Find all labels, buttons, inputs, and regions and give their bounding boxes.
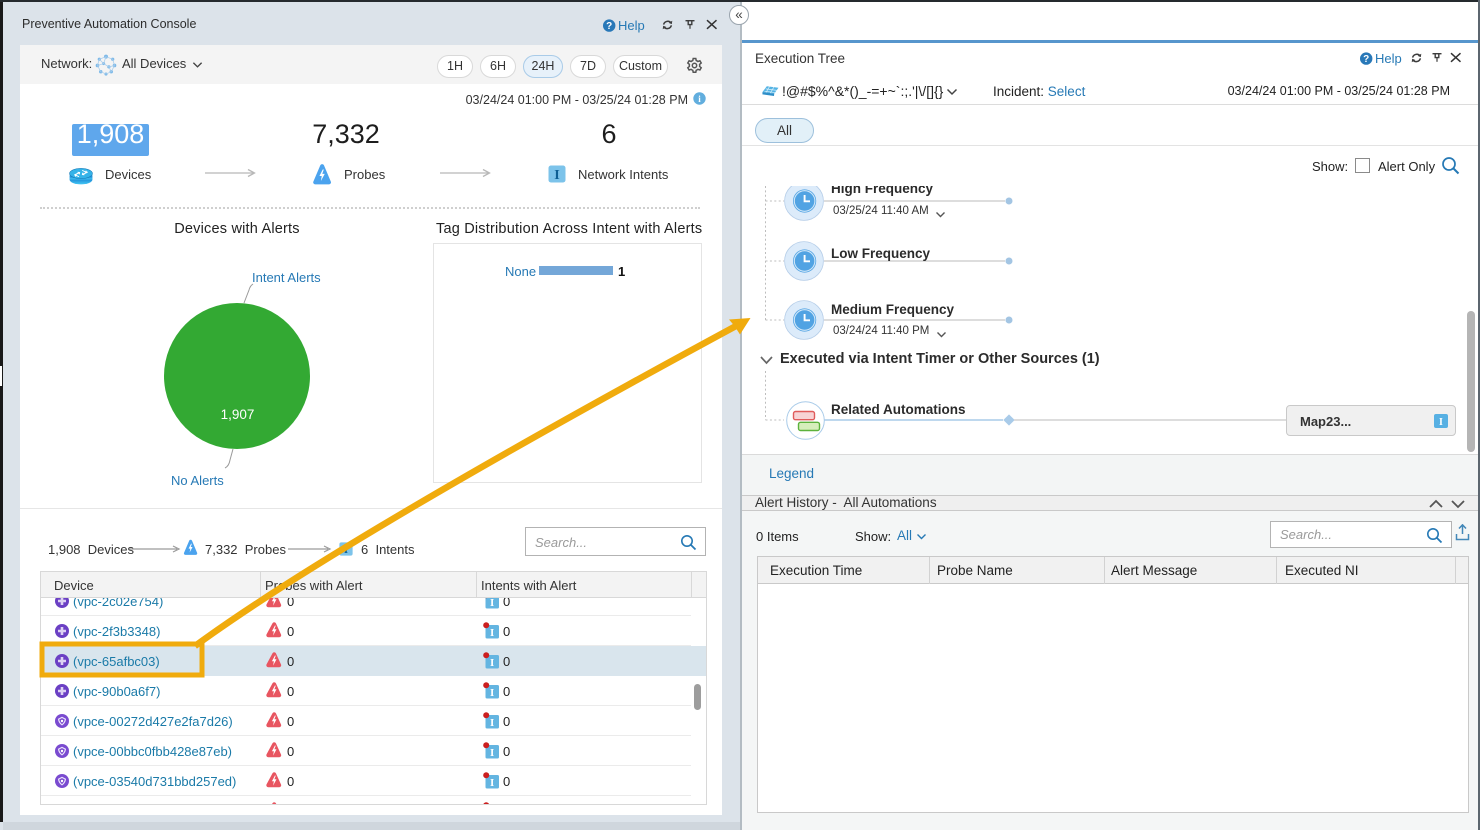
svg-text:Help: Help — [1375, 52, 1402, 66]
svg-text:I: I — [554, 168, 559, 183]
svg-text:?: ? — [1363, 54, 1369, 65]
svg-text:No Alerts: No Alerts — [171, 473, 224, 488]
svg-text:I: I — [344, 544, 348, 556]
svg-text:I: I — [1439, 417, 1443, 428]
svg-text:1,907: 1,907 — [221, 407, 255, 422]
svg-text:Intent Alerts: Intent Alerts — [252, 270, 321, 285]
